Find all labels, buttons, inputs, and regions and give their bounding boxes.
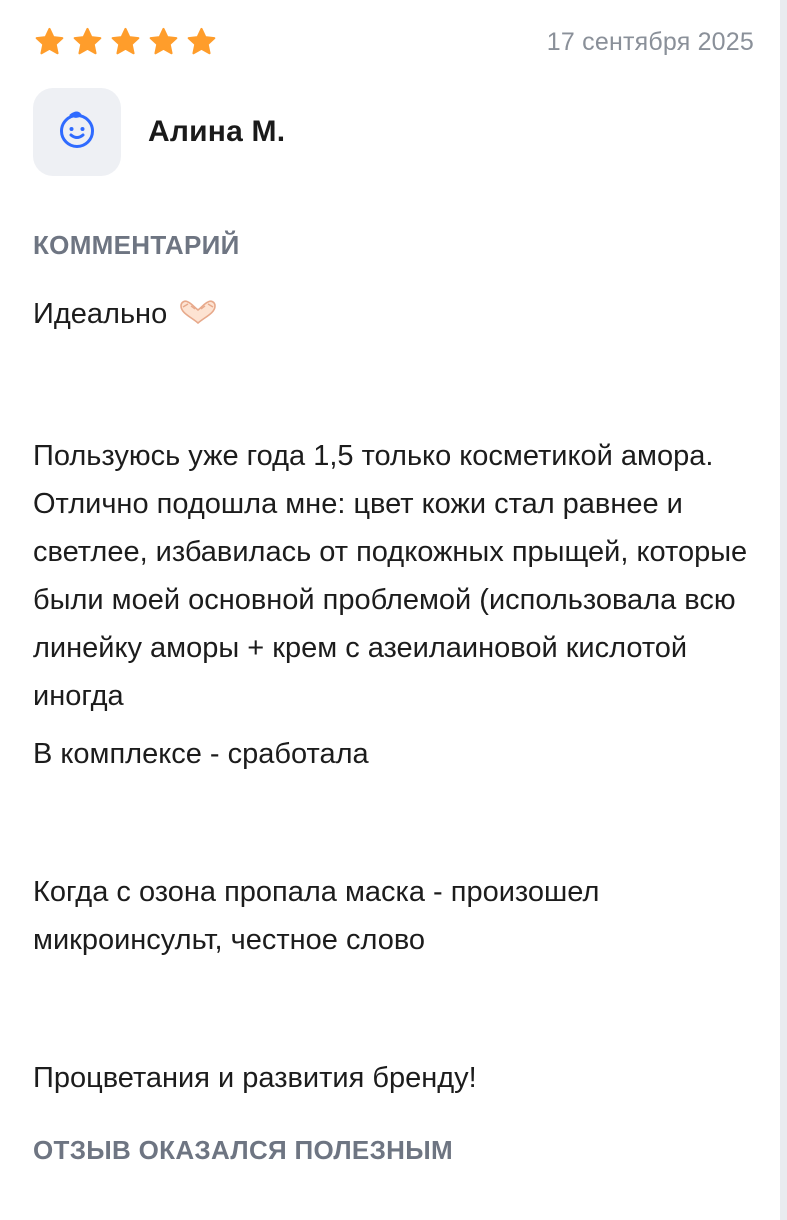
review-date: 17 сентября 2025: [546, 28, 754, 56]
comment-text: Идеально Пользуюсь уже года 1,5 только к…: [33, 290, 753, 1102]
comment-paragraph: В комплексе - сработала: [33, 738, 369, 770]
star-rating: [33, 26, 218, 58]
comment-paragraph: Пользуюсь уже года 1,5 только косметикой…: [33, 440, 748, 712]
star-icon: [147, 26, 180, 58]
helpful-button[interactable]: ОТЗЫВ ОКАЗАЛСЯ ПОЛЕЗНЫМ: [33, 1135, 453, 1166]
comment-paragraph: Когда с озона пропала маска - произошел …: [33, 876, 600, 956]
heart-hands-emoji: [173, 294, 223, 342]
review-card: 17 сентября 2025 Алина М. КОММЕНТАРИЙ Ид…: [0, 0, 780, 1220]
comment-paragraph: Процветания и развития бренду!: [33, 1062, 477, 1094]
comment-label: КОММЕНТАРИЙ: [33, 230, 240, 260]
author-name: Алина М.: [148, 115, 286, 148]
review-content: 17 сентября 2025 Алина М. КОММЕНТАРИЙ Ид…: [0, 0, 780, 1165]
star-icon: [71, 26, 104, 58]
review-header: 17 сентября 2025: [0, 0, 780, 88]
comment-paragraph: Идеально: [33, 290, 753, 342]
star-icon: [185, 26, 218, 58]
star-icon: [109, 26, 142, 58]
avatar: [33, 88, 121, 176]
smiley-face-icon: [57, 110, 97, 155]
star-icon: [33, 26, 66, 58]
author-row: Алина М.: [33, 88, 285, 176]
